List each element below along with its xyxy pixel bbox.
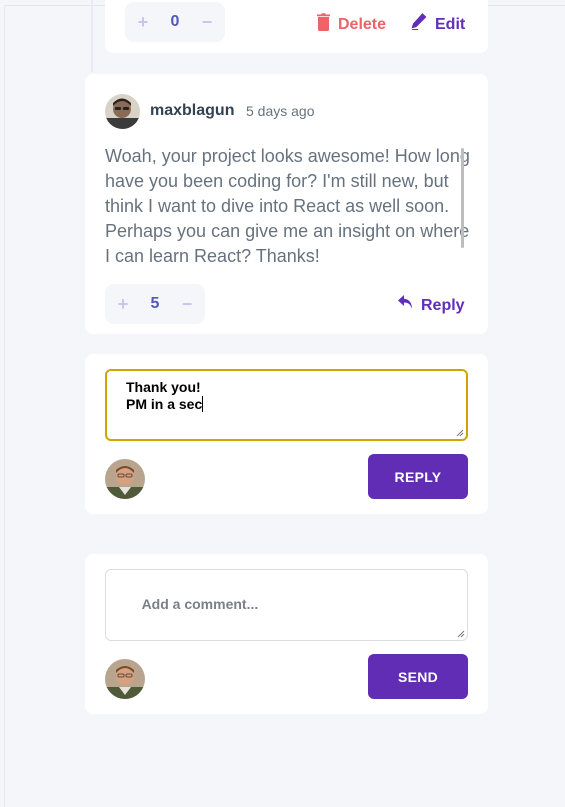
comment-body: Woah, your project looks awesome! How lo… [105,146,470,264]
send-button[interactable]: SEND [368,654,468,699]
resize-grip-icon[interactable] [456,429,464,437]
score-count: 5 [150,295,160,312]
trash-icon [317,13,330,36]
edit-label: Edit [435,15,466,33]
delete-button[interactable]: Delete [317,13,386,36]
pencil-icon [411,13,427,36]
submit-reply-button[interactable]: REPLY [368,454,468,499]
reply-textarea-text: Thank you! PM in a sec [126,379,203,412]
edit-button[interactable]: Edit [411,13,465,36]
current-user-avatar [105,659,145,699]
reply-button[interactable]: Reply [398,295,465,316]
reply-textarea[interactable]: Thank you! PM in a sec [105,369,468,441]
new-comment-card: Add a comment... SEND [85,554,488,714]
reply-arrow-icon [398,295,413,316]
resize-grip-icon[interactable] [457,630,465,638]
reply-label: Reply [421,296,465,314]
thread-line [91,0,93,72]
comment-textarea[interactable]: Add a comment... [105,569,468,641]
comment-card: maxblagun 5 days ago Woah, your project … [85,74,488,334]
upvote-button[interactable]: + [117,294,129,315]
score-control: + 5 − [105,284,205,324]
delete-label: Delete [338,15,387,33]
own-comment-card: + 0 − Delete Edit [105,0,488,53]
upvote-button[interactable]: + [137,12,149,33]
downvote-button[interactable]: − [201,12,213,33]
comment-username[interactable]: maxblagun [150,102,234,120]
avatar [105,94,140,129]
text-caret [202,396,204,412]
comment-scrollbar[interactable] [461,148,464,248]
comment-timestamp: 5 days ago [246,103,315,119]
reply-form-card: Thank you! PM in a sec REPLY [85,354,488,514]
current-user-avatar [105,459,145,499]
window-edge-left [4,5,5,807]
comment-textarea-placeholder: Add a comment... [141,596,259,612]
score-count: 0 [170,13,180,30]
downvote-button[interactable]: − [181,294,193,315]
score-control: + 0 − [125,2,225,42]
